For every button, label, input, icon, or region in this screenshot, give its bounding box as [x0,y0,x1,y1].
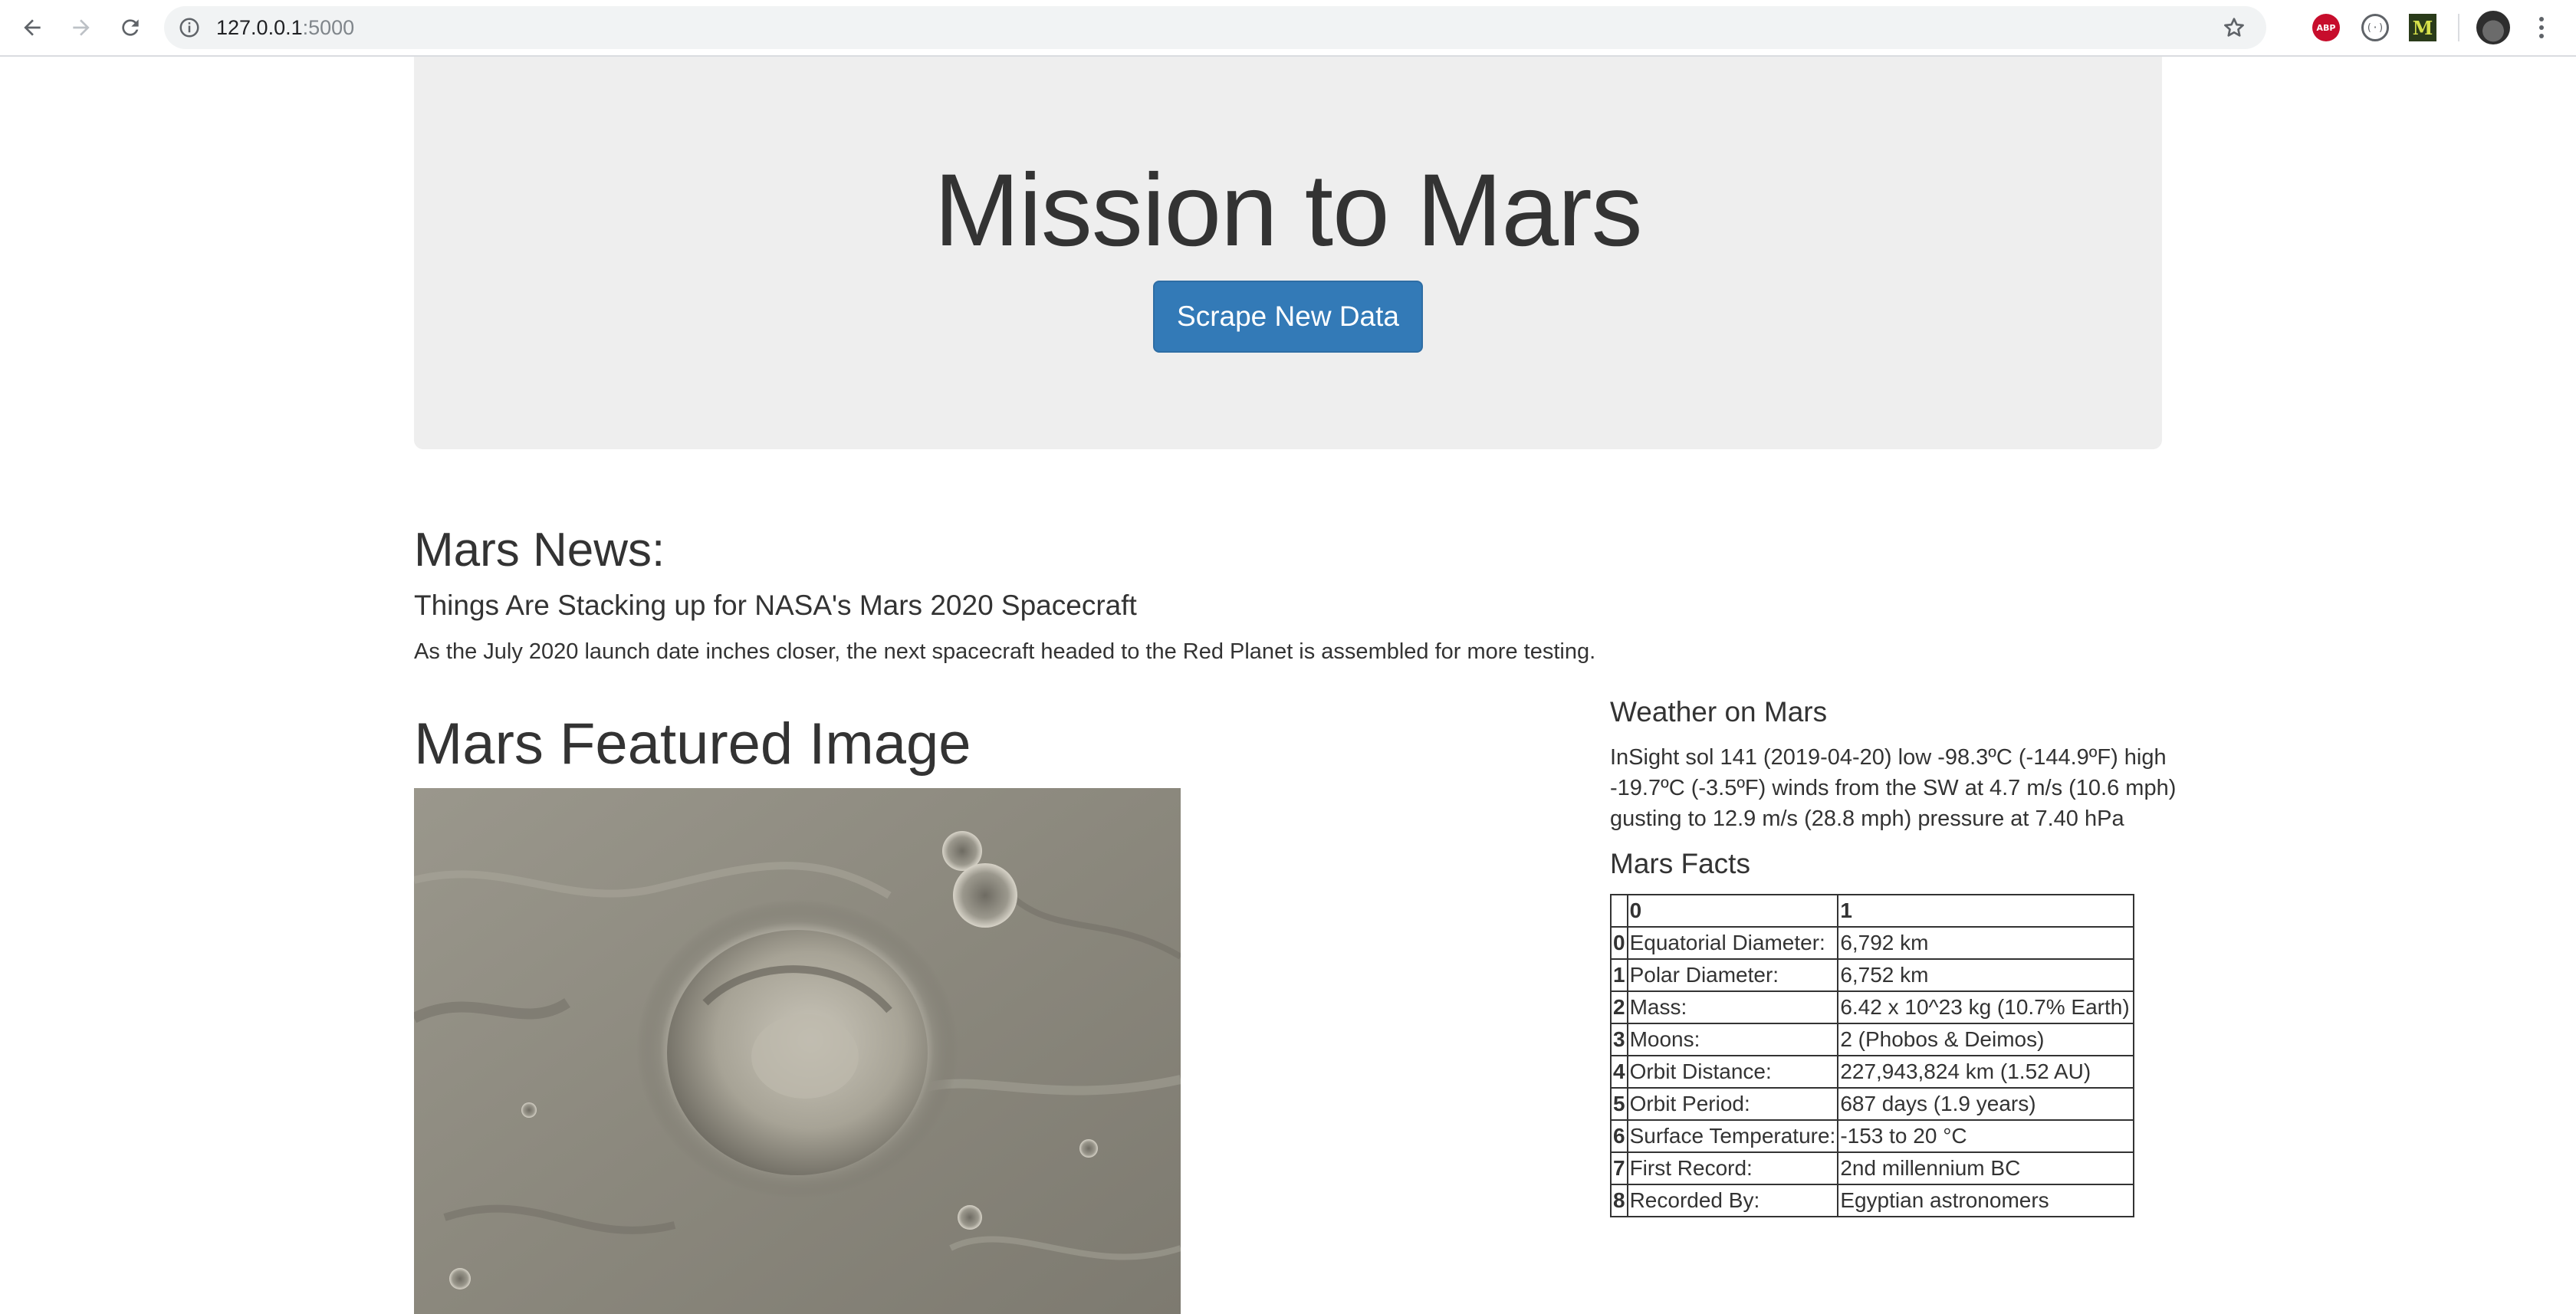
adblock-extension-icon[interactable]: ABP [2312,14,2340,41]
fact-key: Recorded By: [1626,1184,1839,1217]
fact-value: 227,943,824 km (1.52 AU) [1837,1055,2135,1089]
fact-key: Moons: [1626,1023,1839,1056]
table-header-cell [1610,894,1628,928]
profile-avatar[interactable] [2476,11,2510,44]
fact-value: 2 (Phobos & Deimos) [1837,1023,2135,1056]
mars-facts-table: 0 1 0 Equatorial Diameter: 6,792 km 1 Po… [1610,894,2135,1217]
fact-value: 6,752 km [1837,958,2135,992]
table-header-row: 0 1 [1610,894,2135,928]
table-row: 7 First Record: 2nd millennium BC [1610,1151,2135,1185]
fact-value: -153 to 20 °C [1837,1119,2135,1153]
forward-arrow-icon[interactable] [64,11,98,44]
bookmark-star-icon[interactable] [2222,15,2246,40]
reader-label: (·) [2366,21,2384,34]
fact-key: Orbit Distance: [1626,1055,1839,1089]
fact-key: Orbit Period: [1626,1087,1839,1121]
fact-key: Equatorial Diameter: [1626,926,1839,960]
adblock-label: ABP [2316,22,2336,33]
facts-heading: Mars Facts [1610,848,1750,879]
table-header-cell: 1 [1837,894,2135,928]
table-row: 3 Moons: 2 (Phobos & Deimos) [1610,1023,2135,1056]
table-row: 2 Mass: 6.42 x 10^23 kg (10.7% Earth) [1610,990,2135,1024]
site-info-icon[interactable] [178,16,201,39]
table-row: 0 Equatorial Diameter: 6,792 km [1610,926,2135,960]
fact-key: Polar Diameter: [1626,958,1839,992]
news-teaser: As the July 2020 launch date inches clos… [414,639,1596,664]
row-index: 0 [1610,926,1628,960]
news-heading: Mars News: [414,524,665,577]
address-bar[interactable]: 127.0.0.1:5000 [164,6,2266,49]
scrape-new-data-button[interactable]: Scrape New Data [1153,281,1423,353]
row-index: 1 [1610,958,1628,992]
weather-heading: Weather on Mars [1610,696,1828,728]
table-header-cell: 0 [1626,894,1839,928]
browser-menu-icon[interactable] [2530,11,2553,44]
table-row: 5 Orbit Period: 687 days (1.9 years) [1610,1087,2135,1121]
fact-key: Mass: [1626,990,1839,1024]
jumbotron: Mission to Mars Scrape New Data [414,57,2162,449]
fact-value: 6.42 x 10^23 kg (10.7% Earth) [1837,990,2135,1024]
back-arrow-icon[interactable] [15,11,49,44]
page-title: Mission to Mars [934,153,1642,268]
row-index: 2 [1610,990,1628,1024]
news-title: Things Are Stacking up for NASA's Mars 2… [414,590,1137,621]
row-index: 8 [1610,1184,1628,1217]
fact-value: 687 days (1.9 years) [1837,1087,2135,1121]
row-index: 6 [1610,1119,1628,1153]
url-host: 127.0.0.1 [216,16,303,39]
featured-image [414,788,1181,1314]
row-index: 5 [1610,1087,1628,1121]
table-row: 1 Polar Diameter: 6,752 km [1610,958,2135,992]
fact-value: Egyptian astronomers [1837,1184,2135,1217]
m-label: M [2412,16,2433,39]
fact-key: First Record: [1626,1151,1839,1185]
featured-image-heading: Mars Featured Image [414,711,971,777]
fact-key: Surface Temperature: [1626,1119,1839,1153]
fact-value: 2nd millennium BC [1837,1151,2135,1185]
reload-icon[interactable] [113,11,147,44]
toolbar-divider [2458,14,2459,41]
table-row: 4 Orbit Distance: 227,943,824 km (1.52 A… [1610,1055,2135,1089]
row-index: 7 [1610,1151,1628,1185]
reader-extension-icon[interactable]: (·) [2361,14,2389,41]
row-index: 4 [1610,1055,1628,1089]
browser-toolbar: 127.0.0.1:5000 ABP (·) M [0,0,2576,57]
row-index: 3 [1610,1023,1628,1056]
table-row: 8 Recorded By: Egyptian astronomers [1610,1184,2135,1217]
url-text[interactable]: 127.0.0.1:5000 [216,17,354,38]
m-extension-icon[interactable]: M [2409,14,2436,41]
weather-text: InSight sol 141 (2019-04-20) low -98.3ºC… [1610,745,2177,831]
url-port: :5000 [302,16,355,39]
fact-value: 6,792 km [1837,926,2135,960]
table-row: 6 Surface Temperature: -153 to 20 °C [1610,1119,2135,1153]
